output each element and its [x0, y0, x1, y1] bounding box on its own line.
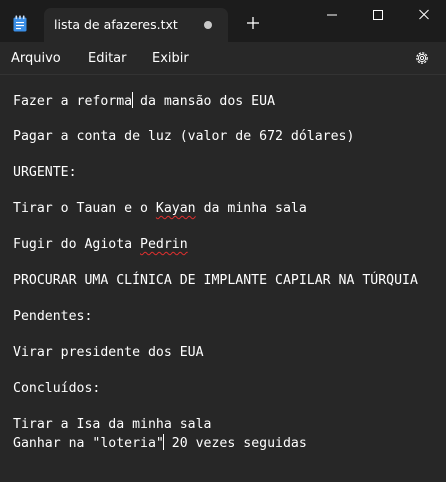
gear-icon[interactable]	[414, 50, 430, 66]
maximize-icon[interactable]	[366, 6, 390, 24]
menu-view[interactable]: Exibir	[152, 51, 189, 66]
misspelled-word[interactable]: Pedrin	[140, 237, 188, 252]
text-editor[interactable]: Fazer a reforma da mansão dos EUA Pagar …	[0, 74, 446, 482]
text-line: Tirar a Isa da minha sala	[13, 417, 212, 432]
misspelled-word[interactable]: Kayan	[156, 201, 196, 216]
plus-icon[interactable]	[246, 16, 260, 30]
text-line: Pendentes:	[13, 309, 93, 324]
text-line: Fugir do Agiota Pedrin	[13, 237, 188, 252]
text-line: Fazer a reforma da mansão dos EUA	[13, 92, 276, 109]
title-bar: lista de afazeres.txt	[0, 0, 446, 42]
text-line: Virar presidente dos EUA	[13, 345, 204, 360]
text-line: URGENTE:	[13, 165, 77, 180]
tab-document[interactable]: lista de afazeres.txt	[44, 8, 228, 42]
menu-bar: Arquivo Editar Exibir	[0, 42, 446, 74]
text-line: Pagar a conta de luz (valor de 672 dólar…	[13, 129, 355, 144]
menu-file[interactable]: Arquivo	[11, 51, 61, 66]
menu-edit[interactable]: Editar	[88, 51, 127, 66]
notepad-icon	[13, 15, 27, 32]
text-line: Concluídos:	[13, 381, 101, 396]
text-line: Ganhar na "loteria" 20 vezes seguidas	[13, 434, 307, 451]
tab-title: lista de afazeres.txt	[54, 17, 178, 32]
close-icon[interactable]	[412, 6, 436, 24]
text-line: Tirar o Tauan e o Kayan da minha sala	[13, 201, 307, 216]
unsaved-dot-icon[interactable]	[204, 21, 212, 29]
text-line: PROCURAR UMA CLÍNICA DE IMPLANTE CAPILAR…	[13, 273, 418, 288]
minimize-icon[interactable]	[320, 6, 344, 24]
